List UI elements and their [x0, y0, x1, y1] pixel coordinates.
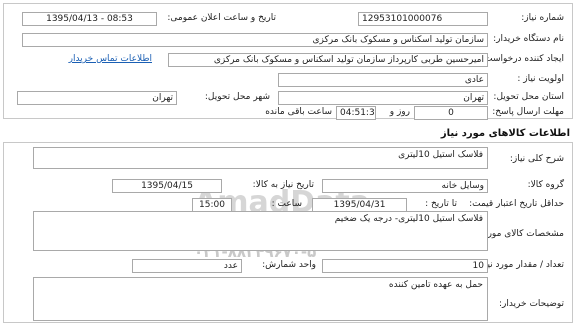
hour-field: 15:00: [192, 198, 232, 212]
summary-field: فلاسک استیل 10لیتری: [33, 147, 488, 169]
unit-label: واحد شمارش:: [262, 260, 316, 270]
deadline-label: مهلت ارسال پاسخ:: [492, 107, 564, 117]
priority-field: عادی: [278, 73, 488, 87]
buyer-contact-link[interactable]: اطلاعات تماس خریدار: [69, 54, 152, 64]
buyer-notes-field: حمل به عهده تامین کننده: [33, 277, 488, 321]
city-label: شهر محل تحویل:: [204, 92, 270, 102]
need-date-field: 1395/04/15: [112, 179, 222, 193]
min-validity-label: حداقل تاریخ اعتبار قیمت:: [469, 199, 564, 209]
province-label: استان محل تحویل:: [493, 92, 564, 102]
need-info-panel: شماره نیاز: 12953101000076 تاریخ و ساعت …: [3, 3, 573, 120]
province-field: تهران: [278, 91, 488, 105]
deadline-days-field: 0: [414, 106, 488, 120]
days-word: روز و: [389, 107, 410, 117]
summary-label: شرح کلی نیاز:: [509, 154, 564, 164]
remaining-label: ساعت باقی مانده: [265, 107, 332, 117]
need-number-field: 12953101000076: [358, 12, 488, 26]
spec-field: فلاسک استیل 10لیتری- درجه یک ضخیم: [33, 211, 488, 251]
announce-datetime-label: تاریخ و ساعت اعلان عمومی:: [167, 13, 276, 23]
buyer-org-field: سازمان تولید اسکناس و مسکوک بانک مرکزی: [22, 33, 488, 47]
qty-field: 10: [322, 259, 488, 273]
goods-panel: AmadData پایگاه اطلاع رسانی مناقصه و مزا…: [3, 142, 573, 323]
group-field: وسایل خانه: [322, 179, 488, 193]
to-date-field: 1395/04/31: [312, 198, 407, 212]
deadline-time-field: 04:51:36: [336, 106, 376, 120]
goods-section-title: اطلاعات کالاهای مورد نیاز: [440, 128, 570, 139]
requester-field: امیرحسین طربی کارپرداز سازمان تولید اسکن…: [168, 53, 488, 67]
announce-datetime-field: 1395/04/13 - 08:53: [22, 12, 157, 26]
group-label: گروه کالا:: [527, 180, 564, 190]
need-date-label: تاریخ نیاز به کالا:: [252, 180, 314, 190]
buyer-org-label: نام دستگاه خریدار:: [493, 34, 564, 44]
unit-field: عدد: [132, 259, 242, 273]
requester-label: ایجاد کننده درخواست:: [481, 54, 564, 64]
hour-label: ساعت :: [271, 199, 302, 209]
qty-label: تعداد / مقدار مورد نیاز:: [477, 260, 564, 270]
need-number-label: شماره نیاز:: [521, 13, 564, 23]
city-field: تهران: [17, 91, 177, 105]
buyer-notes-label: توضیحات خریدار:: [498, 299, 564, 309]
priority-label: اولویت نیاز :: [517, 74, 564, 84]
to-date-label: تا تاریخ :: [425, 199, 457, 209]
